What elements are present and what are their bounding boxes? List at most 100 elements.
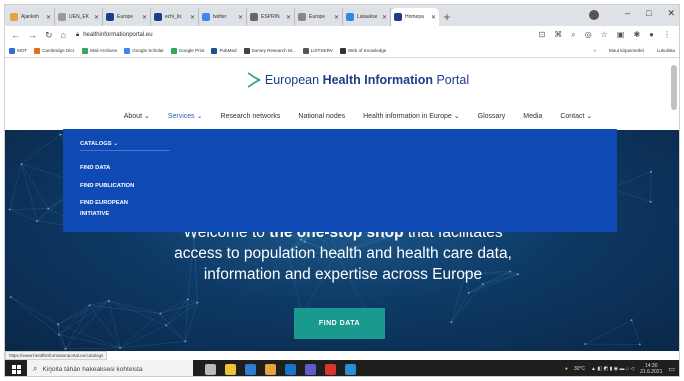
weather-icon: ● bbox=[564, 366, 568, 372]
taskbar-app-task-view-icon[interactable] bbox=[205, 363, 216, 375]
home-icon[interactable]: ⌂ bbox=[61, 30, 66, 40]
back-icon[interactable]: ← bbox=[11, 30, 20, 40]
tab-close-icon[interactable]: ✕ bbox=[382, 14, 387, 21]
nav-health-information[interactable]: Health information in Europe ⌄ bbox=[363, 112, 460, 120]
other-bookmarks[interactable]: Muut kirjanmerkit bbox=[609, 48, 644, 53]
menu-item-find-data[interactable]: FIND DATA bbox=[80, 165, 110, 171]
bookmark-label: Google Print bbox=[178, 48, 205, 53]
browser-tab[interactable]: Ajankoh ✕ bbox=[7, 8, 55, 26]
tab-close-icon[interactable]: ✕ bbox=[286, 14, 291, 21]
nav-about[interactable]: About ⌄ bbox=[124, 112, 150, 120]
site-logo[interactable]: European Health Information Portal bbox=[247, 72, 469, 88]
catalogs-menu-heading[interactable]: CATALOGS ⌄ bbox=[80, 141, 118, 147]
tab-title: ESPRIN bbox=[261, 14, 280, 20]
menu-item-find-european[interactable]: FIND EUROPEAN bbox=[80, 200, 128, 206]
bookmark-item[interactable]: Google Scholar bbox=[124, 47, 164, 54]
taskbar-app-explorer-icon[interactable] bbox=[225, 363, 236, 375]
minimize-button[interactable]: – bbox=[625, 8, 630, 19]
clock[interactable]: 14:30 21.6.2021 bbox=[640, 363, 662, 375]
browser-tab[interactable]: Homepa ✕ bbox=[391, 8, 439, 26]
tab-close-icon[interactable]: ✕ bbox=[142, 14, 147, 21]
taskbar-app-store-icon[interactable] bbox=[245, 363, 256, 375]
nav-national-nodes[interactable]: National nodes bbox=[298, 113, 345, 120]
new-tab-button[interactable]: + bbox=[439, 8, 455, 26]
translate-icon[interactable]: ⌘ bbox=[554, 30, 562, 40]
reading-list[interactable]: Lukulista bbox=[657, 48, 675, 53]
bookmark-label: Survey Research M... bbox=[251, 48, 296, 53]
taskbar-app-outlook-icon[interactable] bbox=[285, 363, 296, 375]
tab-favicon-icon bbox=[58, 13, 66, 21]
tab-close-icon[interactable]: ✕ bbox=[238, 14, 243, 21]
reload-icon[interactable]: ↻ bbox=[45, 30, 53, 41]
install-icon[interactable]: ⊡ bbox=[539, 30, 546, 40]
maximize-button[interactable]: □ bbox=[646, 8, 651, 19]
tab-title: Lataukse bbox=[357, 14, 378, 20]
bookmark-label: Web of Knowledge bbox=[347, 48, 387, 53]
tab-title: Homepa bbox=[405, 14, 424, 20]
bookmark-item[interactable]: Web of Knowledge bbox=[339, 47, 387, 54]
tab-close-icon[interactable]: ✕ bbox=[46, 14, 51, 21]
toolbar-icons: ⊡ ⌘ ⌕ ◎ ☆ ▣ ✱ ● ⋮ bbox=[539, 30, 671, 40]
taskbar-app-app-icon[interactable] bbox=[325, 363, 336, 375]
bookmark-item[interactable]: Mail Archives bbox=[82, 47, 118, 54]
bookmark-label: MOT bbox=[17, 48, 28, 53]
star-icon[interactable]: ☆ bbox=[601, 30, 608, 40]
logo-arrow-icon bbox=[247, 72, 261, 88]
tab-close-icon[interactable]: ✕ bbox=[94, 14, 99, 21]
browser-tab[interactable]: twitter ✕ bbox=[199, 8, 247, 26]
nav-media[interactable]: Media bbox=[523, 113, 542, 120]
profile-icon[interactable]: ● bbox=[649, 30, 654, 40]
tab-title: twitter bbox=[213, 14, 227, 20]
browser-tab[interactable]: Europe ✕ bbox=[103, 8, 151, 26]
start-button[interactable] bbox=[5, 360, 27, 376]
bookmark-favicon-icon bbox=[302, 47, 309, 54]
address-bar[interactable]: 🔒︎ healthinformationportal.eu bbox=[76, 32, 531, 39]
bookmark-item[interactable]: LISTSERV bbox=[302, 47, 333, 54]
tray-icons[interactable]: ▲ ◧ ◩ ▮ ◉ ▬ ⌂ ◁ bbox=[591, 366, 634, 372]
nav-contact[interactable]: Contact ⌄ bbox=[560, 112, 592, 120]
find-data-button[interactable]: FIND DATA bbox=[294, 308, 385, 339]
tab-close-icon[interactable]: ✕ bbox=[334, 14, 339, 21]
bookmark-item[interactable]: PubMed bbox=[211, 47, 237, 54]
browser-tab[interactable]: UEN_EK ✕ bbox=[55, 8, 103, 26]
menu-icon[interactable]: ⋮ bbox=[663, 30, 671, 40]
browser-tab[interactable]: Europe ✕ bbox=[295, 8, 343, 26]
browser-tab[interactable]: ESPRIN ✕ bbox=[247, 8, 295, 26]
tab-favicon-icon bbox=[106, 13, 114, 21]
zoom-icon[interactable]: ⌕ bbox=[571, 30, 575, 40]
bookmark-favicon-icon bbox=[243, 47, 250, 54]
browser-tab[interactable]: Lataukse ✕ bbox=[343, 8, 391, 26]
tab-close-icon[interactable]: ✕ bbox=[190, 14, 195, 21]
account-icon[interactable] bbox=[589, 10, 599, 20]
bookmark-label: PubMed bbox=[219, 48, 237, 53]
media-icon[interactable]: ▣ bbox=[617, 30, 625, 40]
page-scrollbar[interactable] bbox=[671, 65, 677, 110]
nav-services[interactable]: Services ⌄ bbox=[168, 112, 203, 120]
notifications-icon[interactable]: ▭ bbox=[668, 365, 675, 373]
bookmark-item[interactable]: Cambridge Dict. bbox=[34, 47, 75, 54]
taskbar-app-app2-icon[interactable] bbox=[345, 363, 356, 375]
search-placeholder: Kirjoita tähän hakeaksesi kohteista bbox=[42, 365, 143, 373]
menu-item-find-publication[interactable]: FIND PUBLICATION bbox=[80, 183, 134, 189]
puzzle-icon[interactable]: ✱ bbox=[633, 30, 640, 40]
forward-icon[interactable]: → bbox=[28, 30, 37, 40]
taskbar-app-chrome-icon[interactable] bbox=[265, 363, 276, 375]
bookmark-item[interactable]: MOT bbox=[9, 47, 28, 54]
clock-date: 21.6.2021 bbox=[640, 369, 663, 375]
close-button[interactable]: ✕ bbox=[667, 8, 675, 19]
bookmark-label: LISTSERV bbox=[310, 48, 333, 53]
taskbar-app-teams-icon[interactable] bbox=[305, 363, 316, 375]
bookmark-label: Mail Archives bbox=[90, 48, 118, 53]
tab-close-icon[interactable]: ✕ bbox=[431, 14, 436, 21]
browser-tab[interactable]: echi_lis ✕ bbox=[151, 8, 199, 26]
site-title: European Health Information Portal bbox=[264, 73, 470, 87]
nav-glossary[interactable]: Glossary bbox=[478, 113, 506, 120]
bookmarks-overflow-button[interactable]: » bbox=[593, 48, 596, 53]
tab-favicon-icon bbox=[346, 13, 354, 21]
taskbar-search[interactable]: ⌕ Kirjoita tähän hakeaksesi kohteista bbox=[27, 360, 193, 376]
menu-item-initiative[interactable]: INITIATIVE bbox=[80, 211, 109, 217]
extension-icon[interactable]: ◎ bbox=[585, 30, 592, 40]
nav-research-networks[interactable]: Research networks bbox=[220, 113, 280, 120]
bookmark-item[interactable]: Google Print bbox=[170, 47, 205, 54]
bookmark-item[interactable]: Survey Research M... bbox=[243, 47, 296, 54]
